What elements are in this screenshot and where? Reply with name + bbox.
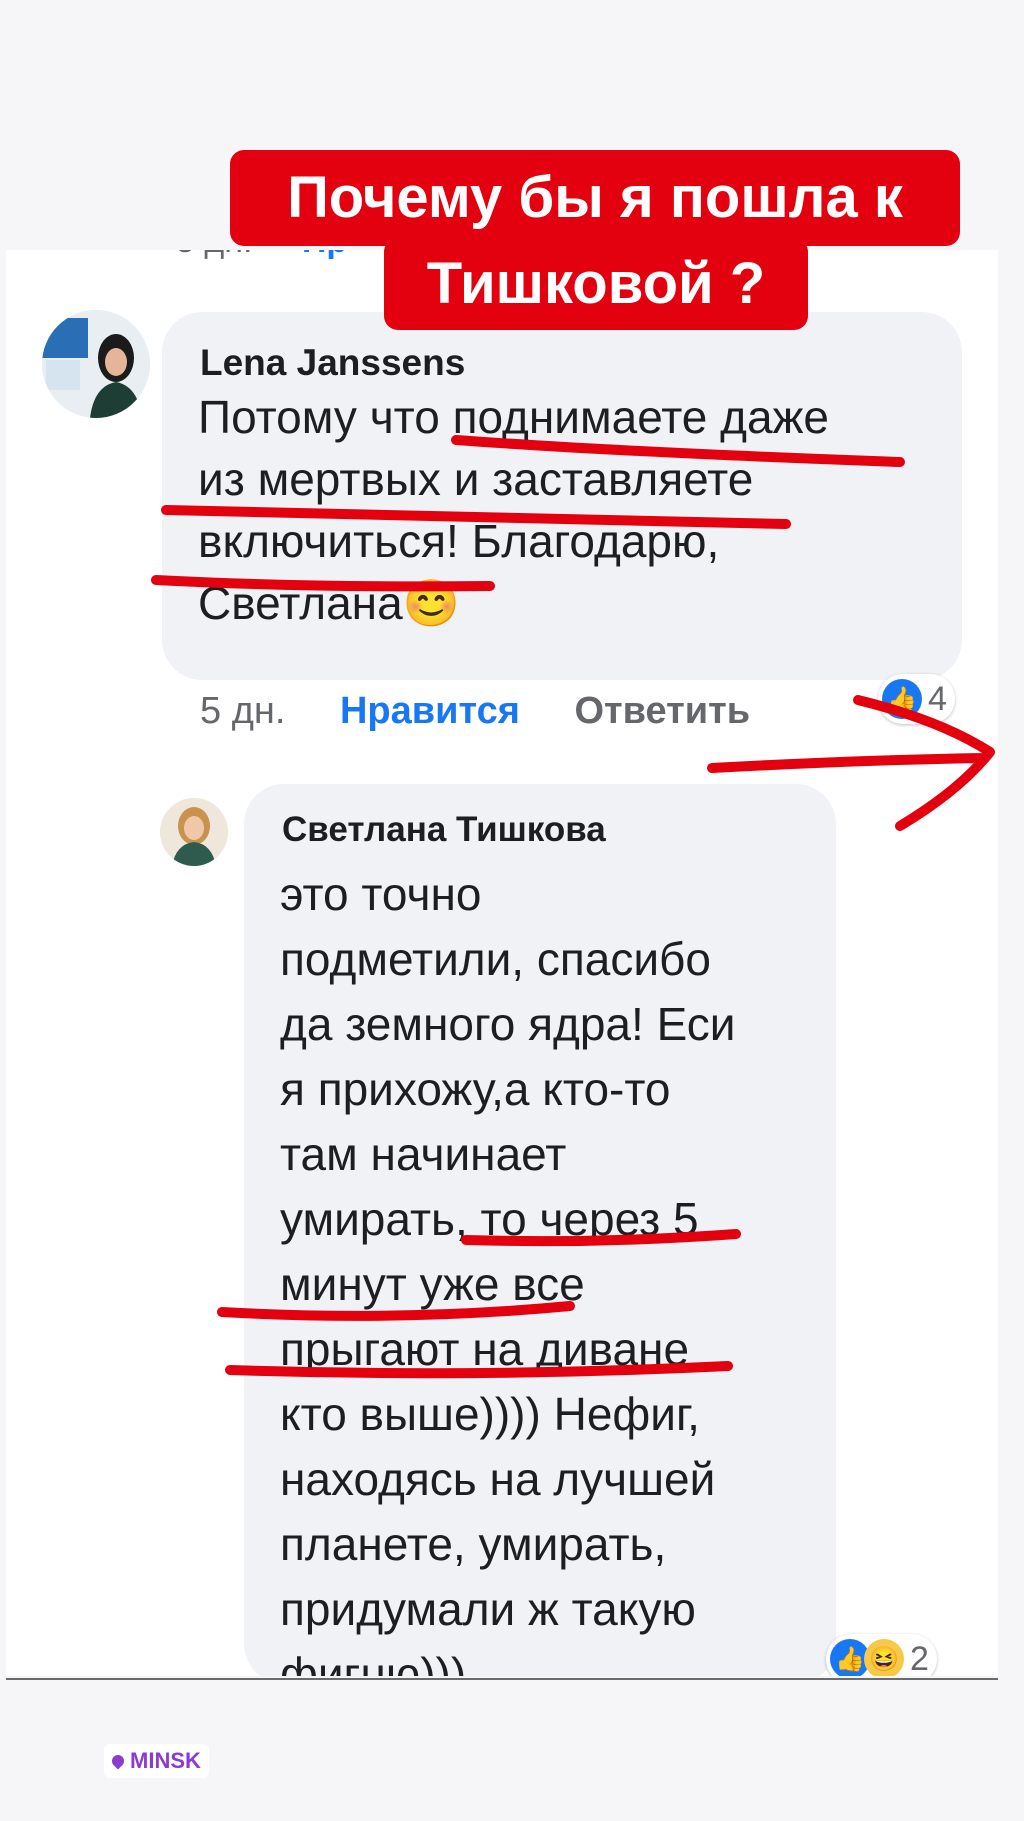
- location-pin-icon: [109, 1752, 127, 1770]
- avatar-svetlana[interactable]: [160, 798, 228, 866]
- avatar-lena[interactable]: [42, 310, 150, 418]
- previous-time: 5 дн.: [176, 250, 252, 260]
- reply-author[interactable]: Светлана Тишкова: [282, 810, 606, 850]
- reply-bubble-svetlana: Светлана Тишкова это точно подметили, сп…: [244, 784, 836, 1676]
- comment-text: Потому что поднимаете даже из мертвых и …: [198, 391, 829, 629]
- comment-screenshot: 5 дн. Нр Lena Janssens Потому что подним…: [6, 250, 998, 1676]
- comment-bubble-lena: Lena Janssens Потому что поднимаете даже…: [162, 312, 962, 680]
- comment-time: 5 дн.: [200, 690, 286, 732]
- comment-reactions[interactable]: 👍 4: [878, 674, 955, 724]
- comment-reaction-count: 4: [928, 679, 947, 718]
- like-button[interactable]: Нравится: [340, 690, 520, 732]
- previous-comment-meta: 5 дн. Нр: [176, 250, 347, 261]
- screenshot-bottom-divider: [6, 1678, 998, 1680]
- previous-like-link[interactable]: Нр: [302, 250, 347, 260]
- reply-text: это точно подметили, спасибо да земного …: [280, 868, 736, 1676]
- reply-reaction-count: 2: [910, 1639, 929, 1677]
- story-top-background: [0, 0, 1024, 250]
- reply-button[interactable]: Ответить: [574, 690, 750, 732]
- comment-actions: 5 дн. Нравится Ответить: [200, 690, 794, 733]
- reply-reactions[interactable]: 👍 😆 2: [826, 1634, 937, 1676]
- location-sticker[interactable]: MINSK: [104, 1744, 209, 1778]
- location-label: MINSK: [130, 1748, 201, 1773]
- comment-author[interactable]: Lena Janssens: [200, 342, 465, 384]
- like-reaction-icon: 👍: [882, 679, 922, 719]
- haha-reaction-icon: 😆: [864, 1639, 904, 1676]
